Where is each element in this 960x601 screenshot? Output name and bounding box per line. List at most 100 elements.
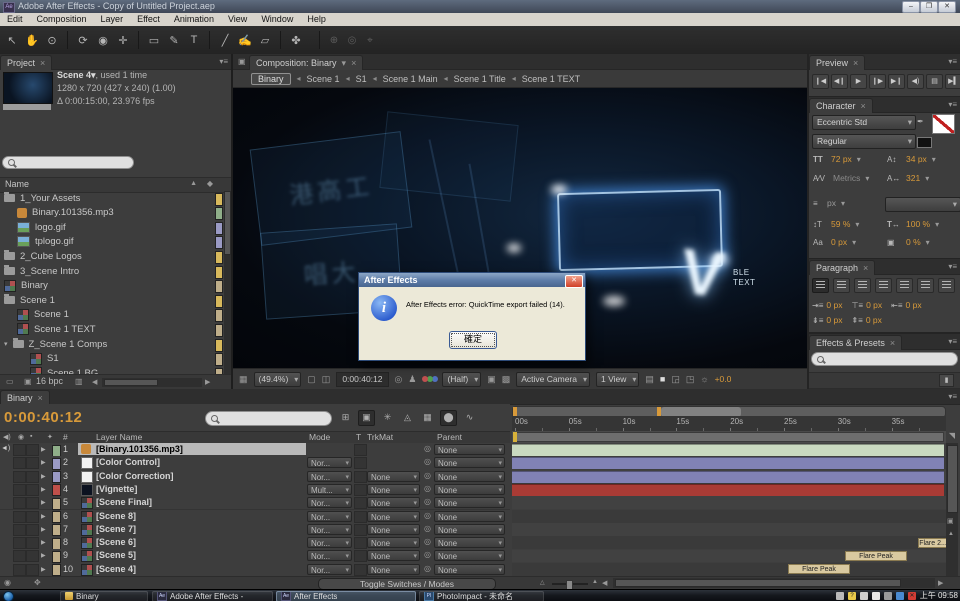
- parent-dropdown[interactable]: None: [434, 511, 505, 522]
- taskbar-button-ae[interactable]: AeAdobe After Effects -: [152, 591, 273, 601]
- breadcrumb-scene-1[interactable]: Scene 1: [307, 74, 340, 84]
- table-row[interactable]: ▶6[Scene 8]Nor...None◎None: [0, 510, 510, 524]
- scroll-right-icon[interactable]: ▶: [205, 378, 210, 386]
- tab-dropdown-icon[interactable]: ▾: [342, 58, 347, 68]
- table-row[interactable]: ▶10[Scene 4]Nor...None◎None: [0, 563, 510, 576]
- parent-pickwhip-icon[interactable]: ◎: [424, 550, 431, 559]
- sort-arrow-icon[interactable]: ▲: [190, 180, 197, 187]
- table-row[interactable]: ▶2[Color Control]Nor...◎None: [0, 456, 510, 470]
- lock-toggle[interactable]: [26, 511, 39, 523]
- t-switch[interactable]: [354, 457, 367, 469]
- layer-color-chip[interactable]: [52, 484, 61, 496]
- video-toggle[interactable]: [13, 471, 26, 483]
- parent-pickwhip-icon[interactable]: ◎: [424, 444, 431, 453]
- video-toggle[interactable]: [13, 511, 26, 523]
- view-layout-dropdown[interactable]: 1 View: [596, 372, 639, 387]
- trkmat-dropdown[interactable]: None: [367, 511, 420, 522]
- trkmat-header[interactable]: TrkMat: [367, 432, 393, 442]
- lock-toggle[interactable]: [26, 537, 39, 549]
- exposure-icon[interactable]: ☼: [700, 374, 708, 384]
- lock-toggle[interactable]: [26, 550, 39, 562]
- label-color-chip[interactable]: [215, 266, 223, 279]
- layer-name[interactable]: [Color Control]: [96, 457, 160, 467]
- layer-name[interactable]: [Binary.101356.mp3]: [96, 444, 183, 454]
- video-toggle[interactable]: [13, 550, 26, 562]
- justify-all[interactable]: [938, 278, 955, 293]
- justify-last-right[interactable]: [917, 278, 934, 293]
- new-folder-icon[interactable]: ▭: [6, 377, 14, 386]
- clone-stamp-tool[interactable]: ✍: [238, 34, 252, 47]
- parent-dropdown[interactable]: None: [434, 524, 505, 535]
- project-search-input[interactable]: [2, 156, 134, 169]
- view-axis-mode-icon[interactable]: ⌖: [364, 35, 376, 46]
- t-switch[interactable]: [354, 471, 367, 483]
- vertical-scale-value[interactable]: 59 %▾: [831, 218, 859, 231]
- work-area-start-handle[interactable]: [513, 432, 517, 442]
- rotate-tool[interactable]: ⟳: [76, 34, 90, 47]
- label-color-chip[interactable]: [215, 309, 223, 322]
- parent-pickwhip-icon[interactable]: ◎: [424, 564, 431, 573]
- frame-blending[interactable]: ▦: [420, 410, 435, 424]
- parent-dropdown[interactable]: None: [434, 444, 505, 455]
- layer-name[interactable]: [Scene 5]: [96, 550, 136, 560]
- menu-composition[interactable]: Composition: [30, 13, 94, 26]
- layer-name[interactable]: [Vignette]: [96, 484, 137, 494]
- mode-dropdown[interactable]: Nor...: [307, 457, 352, 468]
- panel-menu-icon[interactable]: [219, 57, 228, 66]
- work-area-bar[interactable]: [512, 431, 946, 443]
- layer-color-chip[interactable]: [52, 524, 61, 536]
- menu-window[interactable]: Window: [254, 13, 300, 26]
- scroll-left-icon[interactable]: ◀: [92, 378, 97, 386]
- breadcrumb-scene-1-text[interactable]: Scene 1 TEXT: [522, 74, 580, 84]
- layer-expander-icon[interactable]: ▶: [41, 446, 46, 453]
- label-color-chip[interactable]: [215, 207, 223, 220]
- eyedropper-icon[interactable]: ✒: [917, 117, 924, 126]
- layer-duration-bar[interactable]: [512, 484, 944, 496]
- table-row[interactable]: ▶7[Scene 7]Nor...None◎None: [0, 523, 510, 537]
- stroke-style-dropdown[interactable]: [885, 197, 960, 212]
- ram-preview-button[interactable]: ▶▍: [945, 74, 960, 89]
- ok-button[interactable]: 確定: [449, 331, 497, 349]
- flowchart-icon[interactable]: ◳: [686, 374, 695, 385]
- camera-dropdown[interactable]: Active Camera: [516, 372, 590, 387]
- project-hscrollbar[interactable]: [102, 378, 202, 387]
- menu-animation[interactable]: Animation: [167, 13, 221, 26]
- trkmat-dropdown[interactable]: None: [367, 550, 420, 561]
- comp-marker-icon[interactable]: ▣: [947, 517, 954, 525]
- pen-tool[interactable]: ✎: [167, 34, 181, 47]
- selected-item-name[interactable]: Scene 4▾: [57, 70, 96, 80]
- indent-value[interactable]: ⊤≡0 px: [851, 300, 882, 310]
- breadcrumb-s1[interactable]: S1: [356, 74, 367, 84]
- t-switch[interactable]: [354, 550, 367, 562]
- trkmat-dropdown[interactable]: None: [367, 537, 420, 548]
- parent-pickwhip-icon[interactable]: ◎: [424, 524, 431, 533]
- t-switch[interactable]: [354, 537, 367, 549]
- tray-icon[interactable]: [836, 592, 844, 600]
- align-center[interactable]: [833, 278, 850, 293]
- expander-icon[interactable]: ▾: [4, 340, 8, 348]
- fill-color-swatch[interactable]: [932, 114, 955, 134]
- taskbar-button-pi[interactable]: PIPhotoImpact - 未命名: [419, 591, 544, 601]
- list-item[interactable]: logo.gif: [0, 220, 224, 234]
- panel-menu-icon[interactable]: [948, 392, 957, 401]
- type-tool[interactable]: T: [187, 34, 201, 46]
- tray-icon[interactable]: [860, 592, 868, 600]
- first-frame-button[interactable]: ❙◀: [812, 74, 829, 89]
- table-row[interactable]: ◄)▶1[Binary.101356.mp3]◎None: [0, 443, 510, 457]
- list-item[interactable]: 2_Cube Logos: [0, 249, 224, 263]
- table-row[interactable]: ▶9[Scene 5]Nor...None◎None: [0, 549, 510, 563]
- label-color-chip[interactable]: [215, 222, 223, 235]
- mode-dropdown[interactable]: Nor...: [307, 471, 352, 482]
- table-row[interactable]: ▶3[Color Correction]Nor...None◎None: [0, 470, 510, 484]
- panel-menu-icon[interactable]: [948, 262, 957, 271]
- fast-preview-icon[interactable]: ■: [660, 374, 665, 384]
- graph-editor[interactable]: ∿: [462, 410, 477, 424]
- t-switch[interactable]: [354, 497, 367, 509]
- tab-timeline-binary[interactable]: Binary: [0, 390, 50, 405]
- tray-icon[interactable]: [884, 592, 892, 600]
- pixel-aspect-icon[interactable]: ▤: [645, 374, 654, 385]
- layer-marker-bar[interactable]: Flare Peak: [788, 564, 850, 574]
- menu-help[interactable]: Help: [300, 13, 333, 26]
- kerning-value[interactable]: Metrics▾: [833, 172, 869, 185]
- live-update[interactable]: ▣: [358, 410, 375, 426]
